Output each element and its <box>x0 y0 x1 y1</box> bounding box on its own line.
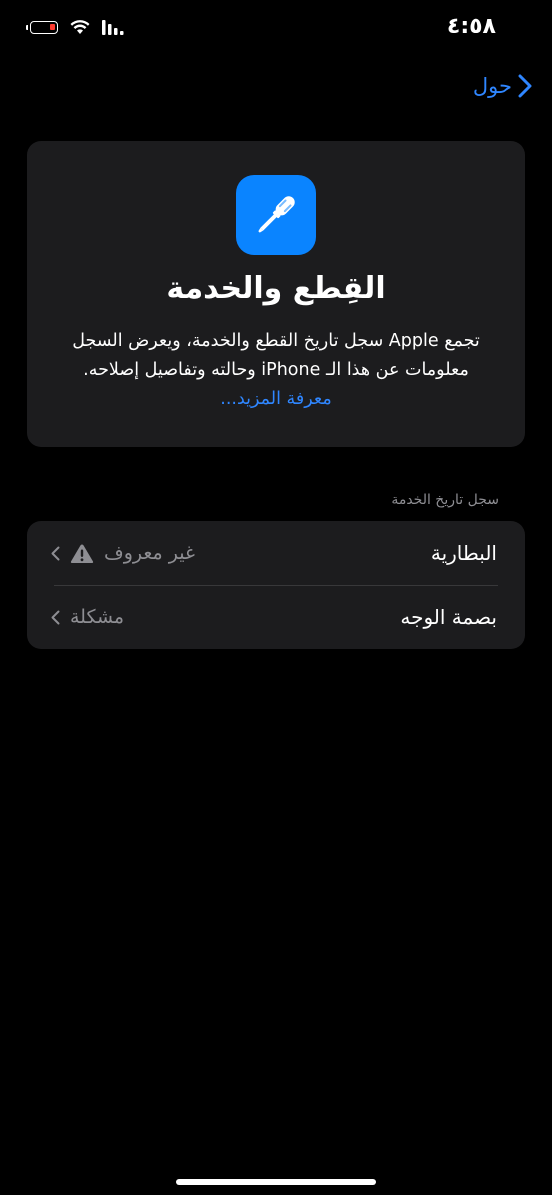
status-time: ٤:٥٨ <box>446 14 496 39</box>
face-id-status: مشكلة <box>51 606 124 628</box>
chevron-back-icon <box>518 74 532 98</box>
battery-icon <box>26 21 58 34</box>
warning-icon <box>70 544 94 563</box>
wifi-icon <box>70 20 90 35</box>
status-bar: ٤:٥٨ <box>0 0 552 60</box>
battery-label: البطارية <box>430 541 497 565</box>
home-indicator[interactable] <box>176 1179 376 1185</box>
face-id-value: مشكلة <box>70 606 125 628</box>
status-icons <box>26 20 124 35</box>
description-text: تجمع Apple سجل تاريخ القطع والخدمة، ويعر… <box>72 331 480 380</box>
chevron-icon <box>51 610 60 624</box>
back-button-label: حول <box>472 74 512 98</box>
back-button[interactable]: حول <box>473 74 532 98</box>
description: تجمع Apple سجل تاريخ القطع والخدمة، ويعر… <box>53 327 499 414</box>
chevron-icon <box>51 546 60 560</box>
learn-more-link[interactable]: معرفة المزيد... <box>220 389 332 409</box>
list-item-face-id[interactable]: بصمة الوجه مشكلة <box>27 585 525 649</box>
section-header-service-history: سجل تاريخ الخدمة <box>391 492 499 508</box>
parts-service-card: القِطع والخدمة تجمع Apple سجل تاريخ القط… <box>27 141 525 447</box>
list-item-battery[interactable]: البطارية غير معروف <box>27 521 525 585</box>
battery-status: غير معروف <box>51 542 195 564</box>
face-id-label: بصمة الوجه <box>400 605 497 629</box>
page-title: القِطع والخدمة <box>166 271 386 306</box>
cellular-signal-icon <box>102 20 124 35</box>
service-history-list: البطارية غير معروف بصمة الوجه مشكلة <box>27 521 525 649</box>
battery-value: غير معروف <box>104 542 195 564</box>
screwdriver-icon <box>236 175 316 255</box>
